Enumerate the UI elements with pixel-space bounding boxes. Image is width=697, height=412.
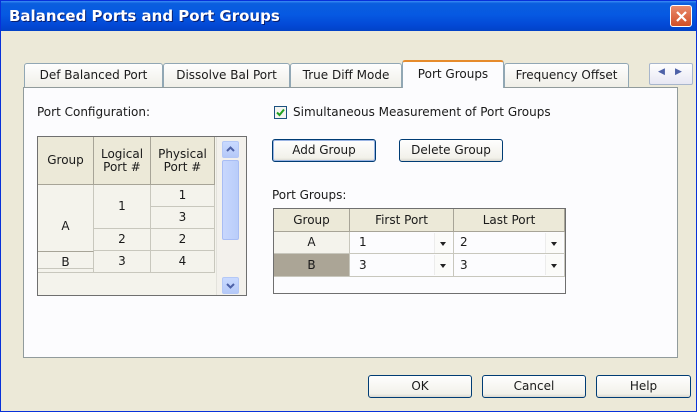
tab-frequency-offset[interactable]: Frequency Offset — [504, 63, 629, 87]
check-icon — [276, 108, 285, 117]
tab-true-diff-mode[interactable]: True Diff Mode — [290, 63, 402, 87]
scroll-thumb[interactable] — [222, 160, 239, 240]
column-header-last-port: Last Port — [454, 209, 565, 232]
port-groups-label: Port Groups: — [272, 188, 347, 202]
add-group-button[interactable]: Add Group — [272, 139, 376, 162]
dropdown-arrow-icon[interactable] — [434, 233, 451, 253]
dropdown-arrow-icon[interactable] — [545, 255, 562, 275]
physical-port-cell[interactable]: 4 — [151, 251, 215, 273]
cancel-button[interactable]: Cancel — [482, 375, 586, 398]
port-group-row-header[interactable]: B — [274, 254, 350, 277]
scroll-up-button[interactable] — [222, 141, 239, 158]
physical-port-cell[interactable]: 3 — [151, 207, 215, 229]
chevron-down-icon — [226, 283, 235, 289]
logical-port-cell[interactable]: 3 — [94, 251, 151, 273]
window-title: Balanced Ports and Port Groups — [9, 7, 280, 25]
column-header-physical-port: Physical Port # — [151, 137, 215, 185]
physical-port-cell[interactable]: 2 — [151, 229, 215, 251]
vertical-scrollbar[interactable] — [216, 137, 246, 295]
dropdown-arrow-icon[interactable] — [434, 255, 451, 275]
column-header-group: Group — [274, 209, 350, 232]
port-configuration-grid[interactable]: Group Logical Port # Physical Port # A 1… — [37, 136, 247, 296]
simultaneous-measurement-label[interactable]: Simultaneous Measurement of Port Groups — [293, 105, 551, 119]
scroll-down-button[interactable] — [222, 277, 239, 294]
tab-port-groups[interactable]: Port Groups — [402, 60, 504, 88]
chevron-left-icon[interactable]: ◀ — [658, 67, 665, 77]
column-header-group: Group — [38, 137, 94, 185]
dialog-window: Balanced Ports and Port Groups Def Balan… — [0, 0, 697, 412]
tab-scroll-buttons: ◀ ▶ — [649, 63, 693, 85]
simultaneous-measurement-checkbox[interactable] — [274, 106, 287, 119]
port-configuration-label: Port Configuration: — [37, 105, 151, 119]
physical-port-cell[interactable]: 1 — [151, 185, 215, 207]
port-group-row-header[interactable]: A — [274, 232, 350, 254]
tab-def-balanced-port[interactable]: Def Balanced Port — [24, 63, 163, 87]
column-header-first-port: First Port — [350, 209, 454, 232]
title-bar[interactable]: Balanced Ports and Port Groups — [1, 1, 696, 31]
dropdown-arrow-icon[interactable] — [545, 233, 562, 253]
close-x-icon — [676, 11, 687, 22]
chevron-up-icon — [226, 146, 235, 152]
close-button[interactable] — [670, 5, 692, 27]
column-header-logical-port: Logical Port # — [94, 137, 151, 185]
group-cell[interactable]: B — [38, 251, 94, 273]
ok-button[interactable]: OK — [368, 375, 472, 398]
logical-port-cell[interactable]: 2 — [94, 229, 151, 251]
logical-port-cell[interactable]: 1 — [94, 185, 151, 229]
port-groups-grid[interactable]: Group First Port Last Port A 1 2 B 3 3 — [273, 208, 566, 294]
delete-group-button[interactable]: Delete Group — [399, 139, 503, 162]
help-button[interactable]: Help — [596, 375, 691, 398]
chevron-right-icon[interactable]: ▶ — [675, 67, 682, 77]
tab-dissolve-bal-port[interactable]: Dissolve Bal Port — [163, 63, 290, 87]
